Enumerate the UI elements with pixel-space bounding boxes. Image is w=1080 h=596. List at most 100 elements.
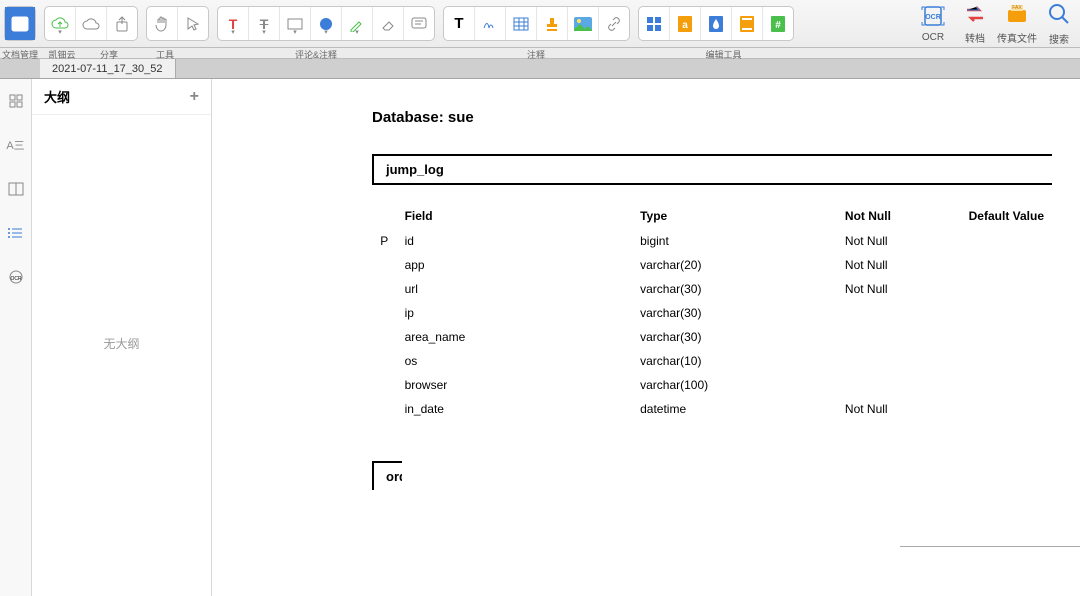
stamp-icon bbox=[543, 15, 561, 33]
label-cloud: 凯钿云 bbox=[40, 48, 84, 58]
cell-default bbox=[929, 349, 1052, 373]
outline-add-button[interactable]: + bbox=[190, 88, 199, 106]
doc-mgmt-button[interactable] bbox=[5, 7, 35, 40]
outline-header: 大纲 + bbox=[32, 79, 211, 115]
cell-pk bbox=[372, 277, 397, 301]
cloud-sync-button[interactable]: ▾ bbox=[45, 7, 76, 40]
col-notnull: Not Null bbox=[837, 203, 929, 229]
convert-button[interactable]: 转档 bbox=[954, 2, 996, 45]
convert-icon bbox=[963, 3, 987, 28]
watermark-button[interactable] bbox=[701, 7, 732, 40]
cell-default bbox=[929, 229, 1052, 253]
bates-button[interactable]: # bbox=[763, 7, 793, 40]
cell-default bbox=[929, 325, 1052, 349]
signature-icon bbox=[481, 15, 499, 33]
cell-notnull bbox=[837, 373, 929, 397]
cell-default bbox=[929, 397, 1052, 421]
rail-thumbnails-button[interactable] bbox=[6, 91, 26, 111]
eraser-icon bbox=[379, 15, 397, 33]
pen-button[interactable]: ▾ bbox=[342, 7, 373, 40]
rail-font-button[interactable]: A三 bbox=[6, 135, 26, 155]
cell-field: app bbox=[397, 253, 633, 277]
page-title: Database: sue bbox=[372, 109, 1080, 126]
table-row: urlvarchar(30)Not Null bbox=[372, 277, 1052, 301]
cell-type: varchar(30) bbox=[632, 301, 837, 325]
page-a-icon: a bbox=[676, 15, 694, 33]
text-tool-button[interactable]: T▾ bbox=[218, 7, 249, 40]
header-footer-icon bbox=[738, 15, 756, 33]
book-icon bbox=[8, 182, 24, 196]
group-edit-tools: a # bbox=[638, 6, 794, 41]
main-toolbar: ▾ T▾ T▾ bbox=[0, 0, 1080, 48]
table-row: ipvarchar(30) bbox=[372, 301, 1052, 325]
cloud-button[interactable] bbox=[76, 7, 107, 40]
page-a-button[interactable]: a bbox=[670, 7, 701, 40]
file-tab-label: 2021-07-11_17_30_52 bbox=[52, 63, 163, 75]
outline-empty-text: 无大纲 bbox=[32, 335, 211, 352]
label-annotate: 注释 bbox=[436, 48, 636, 58]
droplet-icon bbox=[707, 15, 725, 33]
search-icon bbox=[1047, 2, 1071, 29]
cell-type: varchar(30) bbox=[632, 277, 837, 301]
group-tools bbox=[146, 6, 209, 41]
label-edit-tools: 编辑工具 bbox=[636, 48, 811, 58]
header-footer-button[interactable] bbox=[732, 7, 763, 40]
cell-field: area_name bbox=[397, 325, 633, 349]
table-header-row: Field Type Not Null Default Value bbox=[372, 203, 1052, 229]
group-doc-mgmt bbox=[4, 6, 36, 41]
cell-type: varchar(100) bbox=[632, 373, 837, 397]
rail-bookmark-button[interactable] bbox=[6, 179, 26, 199]
group-comment: T▾ T▾ ▾ ▾ ▾ bbox=[217, 6, 435, 41]
label-doc-mgmt: 文档管理 bbox=[0, 48, 40, 58]
ocr-small-icon: OCR bbox=[8, 269, 24, 285]
note-button[interactable] bbox=[404, 7, 434, 40]
fax-label: 传真文件 bbox=[997, 30, 1037, 45]
cell-notnull: Not Null bbox=[837, 229, 929, 253]
circle-button[interactable]: ▾ bbox=[311, 7, 342, 40]
cell-notnull bbox=[837, 349, 929, 373]
grid-button[interactable] bbox=[639, 7, 670, 40]
rail-ocr-button[interactable]: OCR bbox=[6, 267, 26, 287]
col-type: Type bbox=[632, 203, 837, 229]
cell-default bbox=[929, 301, 1052, 325]
shape-button[interactable]: ▾ bbox=[280, 7, 311, 40]
cell-notnull: Not Null bbox=[837, 253, 929, 277]
cell-notnull: Not Null bbox=[837, 277, 929, 301]
select-tool-button[interactable] bbox=[178, 7, 208, 40]
cell-field: os bbox=[397, 349, 633, 373]
fax-button[interactable]: FAX 传真文件 bbox=[996, 2, 1038, 45]
textbox-button[interactable]: T bbox=[444, 7, 475, 40]
table-button[interactable] bbox=[506, 7, 537, 40]
file-tab-active[interactable]: 2021-07-11_17_30_52 bbox=[40, 59, 176, 78]
table-name-box: jump_log bbox=[372, 154, 1052, 185]
svg-text:OCR: OCR bbox=[10, 276, 22, 282]
document-view[interactable]: Database: sue jump_log Field Type Not Nu… bbox=[212, 79, 1080, 596]
strikethrough-button[interactable]: T▾ bbox=[249, 7, 280, 40]
schema-table: Field Type Not Null Default Value Pidbig… bbox=[372, 203, 1052, 421]
eraser-button[interactable] bbox=[373, 7, 404, 40]
link-button[interactable] bbox=[599, 7, 629, 40]
cell-type: varchar(20) bbox=[632, 253, 837, 277]
table-row: in_datedatetimeNot Null bbox=[372, 397, 1052, 421]
cell-pk bbox=[372, 373, 397, 397]
stamp-button[interactable] bbox=[537, 7, 568, 40]
cell-pk bbox=[372, 397, 397, 421]
fax-icon: FAX bbox=[1005, 3, 1029, 28]
ocr-button[interactable]: OCR OCR bbox=[912, 2, 954, 45]
chevron-down-icon: ▾ bbox=[293, 28, 297, 36]
decorative-line bbox=[900, 546, 1080, 548]
svg-text:OCR: OCR bbox=[925, 14, 941, 21]
hand-tool-button[interactable] bbox=[147, 7, 178, 40]
rail-outline-button[interactable] bbox=[6, 223, 26, 243]
chevron-down-icon: ▾ bbox=[355, 28, 359, 36]
chevron-down-icon: ▾ bbox=[58, 28, 62, 36]
share-button[interactable] bbox=[107, 7, 137, 40]
cell-field: id bbox=[397, 229, 633, 253]
table-row: area_namevarchar(30) bbox=[372, 325, 1052, 349]
image-button[interactable] bbox=[568, 7, 599, 40]
table-row: osvarchar(10) bbox=[372, 349, 1052, 373]
search-button[interactable]: 搜索 bbox=[1038, 2, 1080, 45]
svg-text:a: a bbox=[682, 20, 688, 31]
sign-button[interactable] bbox=[475, 7, 506, 40]
grid-icon bbox=[645, 15, 663, 33]
